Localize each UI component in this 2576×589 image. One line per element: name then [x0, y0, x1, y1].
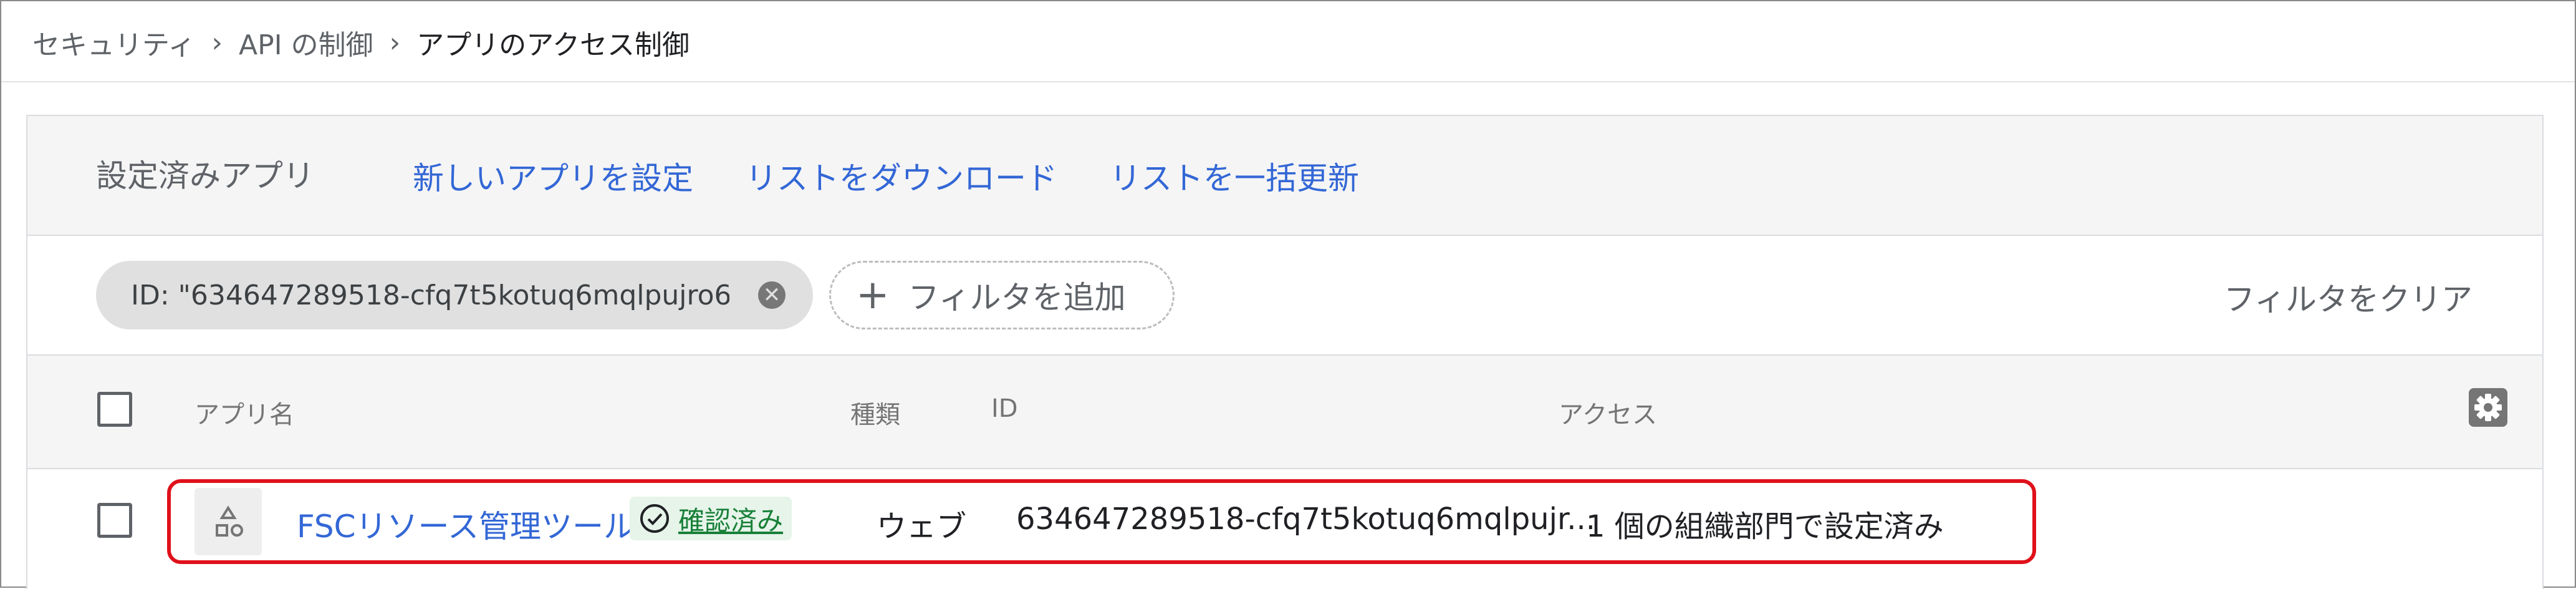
- app-id: 634647289518-cfq7t5kotuq6mqlpujr...: [1016, 502, 1596, 537]
- table-row[interactable]: FSCリソース管理ツール 確認済み ウェブ 634647289518-cfq7t…: [27, 469, 2542, 589]
- configure-new-app-link[interactable]: 新しいアプリを設定: [413, 153, 693, 198]
- column-header-type[interactable]: 種類: [850, 394, 900, 431]
- column-header-id[interactable]: ID: [991, 394, 1018, 423]
- plus-icon: +: [856, 272, 890, 318]
- download-list-link[interactable]: リストをダウンロード: [746, 153, 1057, 198]
- configured-apps-card: 設定済みアプリ 新しいアプリを設定 リストをダウンロード リストを一括更新 ID…: [26, 115, 2544, 589]
- filter-chip-label: ID: "634647289518-cfq7t5kotuq6mqlpujro6.…: [131, 279, 729, 311]
- card-toolbar: 設定済みアプリ 新しいアプリを設定 リストをダウンロード リストを一括更新: [27, 116, 2542, 236]
- add-filter-button[interactable]: + フィルタを追加: [829, 261, 1175, 329]
- breadcrumb: セキュリティ › API の制御 › アプリのアクセス制御: [32, 21, 690, 64]
- select-all-checkbox[interactable]: [97, 392, 132, 427]
- column-header-access[interactable]: アクセス: [1559, 394, 1657, 431]
- header-divider: [1, 81, 2575, 82]
- breadcrumb-api-control[interactable]: API の制御: [239, 22, 373, 62]
- row-checkbox[interactable]: [97, 503, 132, 538]
- filter-bar: ID: "634647289518-cfq7t5kotuq6mqlpujro6.…: [27, 236, 2542, 356]
- breadcrumb-current: アプリのアクセス制御: [416, 29, 690, 61]
- table-header: アプリ名 種類 ID アクセス: [27, 356, 2542, 469]
- close-circle-icon[interactable]: ✕: [758, 281, 786, 309]
- column-header-app-name[interactable]: アプリ名: [195, 394, 294, 431]
- filter-chip-id[interactable]: ID: "634647289518-cfq7t5kotuq6mqlpujro6.…: [96, 261, 813, 329]
- verified-badge: 確認済み: [630, 497, 792, 540]
- chevron-right-icon: ›: [211, 26, 223, 59]
- card-title: 設定済みアプリ: [96, 158, 314, 194]
- app-access: 1 個の組織部門で設定済み: [1586, 509, 1944, 544]
- gear-icon[interactable]: [2469, 388, 2507, 427]
- verified-label[interactable]: 確認済み: [678, 500, 783, 538]
- add-filter-label: フィルタを追加: [908, 280, 1126, 316]
- app-type: ウェブ: [877, 509, 967, 544]
- bulk-update-list-link[interactable]: リストを一括更新: [1110, 153, 1359, 198]
- check-circle-icon: [640, 504, 669, 533]
- app-name-link[interactable]: FSCリソース管理ツール: [297, 502, 635, 547]
- chevron-right-icon: ›: [389, 26, 401, 59]
- breadcrumb-security[interactable]: セキュリティ: [32, 22, 195, 62]
- clear-filter-button[interactable]: フィルタをクリア: [2224, 275, 2473, 319]
- shapes-icon: [195, 488, 262, 555]
